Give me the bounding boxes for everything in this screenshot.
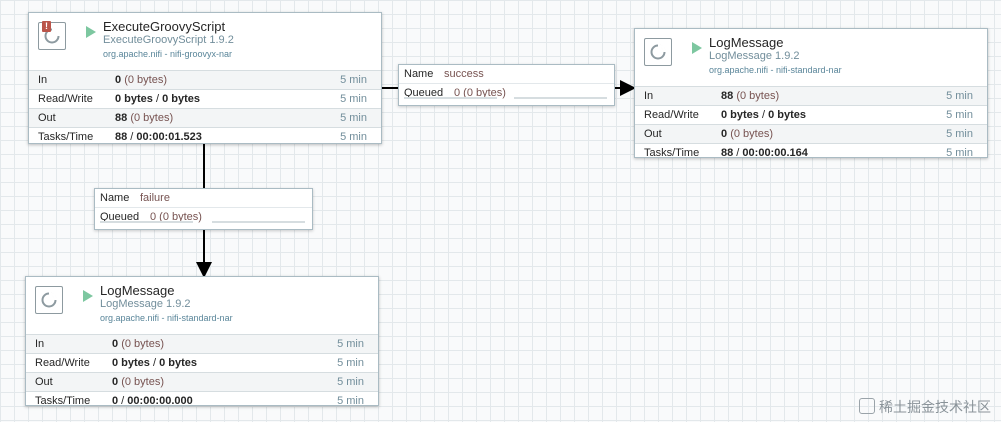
stat-value: 0 / 00:00:00.000 [112, 395, 193, 407]
stat-duration: 5 min [946, 90, 973, 102]
stat-label: Read/Write [35, 357, 90, 369]
queue-count-bar [404, 97, 497, 99]
connection-name-row: Name failure [95, 189, 312, 207]
connection-queued-value: 0 (0 bytes) [150, 211, 202, 223]
processor-bundle: org.apache.nifi - nifi-groovyx-nar [103, 49, 233, 59]
stat-duration: 5 min [337, 338, 364, 350]
stat-row-out: Out 0 (0 bytes) 5 min [635, 124, 987, 143]
queue-count-bar [100, 221, 193, 223]
stat-value: 0 bytes / 0 bytes [112, 357, 198, 369]
processor-header: ! ExecuteGroovyScript ExecuteGroovyScrip… [29, 13, 381, 70]
stat-label: Read/Write [644, 109, 699, 121]
stat-label: Out [38, 112, 56, 124]
stat-value: 0 bytes / 0 bytes [721, 109, 807, 121]
stat-label: In [38, 74, 48, 86]
stat-duration: 5 min [337, 395, 364, 407]
stat-duration: 5 min [340, 112, 367, 124]
stat-label: In [644, 90, 654, 102]
running-icon [692, 42, 702, 54]
stat-label: Out [35, 376, 53, 388]
processor-name: LogMessage [709, 35, 784, 50]
connection-queued-row: Queued 0 (0 bytes) [399, 83, 614, 101]
stat-row-out: Out 0 (0 bytes) 5 min [26, 372, 378, 391]
stat-row-in: In 88 (0 bytes) 5 min [635, 86, 987, 105]
stat-duration: 5 min [946, 109, 973, 121]
watermark-text: 稀土掘金技术社区 [879, 399, 991, 415]
stat-value: 0 (0 bytes) [112, 376, 164, 388]
stat-duration: 5 min [340, 74, 367, 86]
queue-size-bar [212, 221, 305, 223]
processor-header: LogMessage LogMessage 1.9.2 org.apache.n… [635, 29, 987, 86]
stat-row-tasks-time: Tasks/Time 88 / 00:00:01.523 5 min [29, 127, 381, 146]
stat-duration: 5 min [946, 147, 973, 159]
running-icon [83, 290, 93, 302]
connection-name-label: Name [100, 192, 130, 204]
processor-icon [644, 38, 672, 66]
stat-row-in: In 0 (0 bytes) 5 min [26, 334, 378, 353]
stat-label: Tasks/Time [35, 395, 91, 407]
processor-log-message-success[interactable]: LogMessage LogMessage 1.9.2 org.apache.n… [634, 28, 988, 159]
connection-name-row: Name success [399, 65, 614, 83]
stat-value: 88 (0 bytes) [721, 90, 780, 102]
connection-queued-label: Queued [404, 87, 444, 99]
stat-label: Out [644, 128, 662, 140]
connection-name: success [444, 68, 484, 80]
stat-label: Tasks/Time [644, 147, 700, 159]
stat-row-read-write: Read/Write 0 bytes / 0 bytes 5 min [29, 89, 381, 108]
processor-type: LogMessage 1.9.2 [709, 50, 800, 62]
stat-row-read-write: Read/Write 0 bytes / 0 bytes 5 min [26, 353, 378, 372]
stat-label: In [35, 338, 45, 350]
stat-duration: 5 min [337, 357, 364, 369]
processor-name: LogMessage [100, 283, 175, 298]
queue-size-bar [514, 97, 607, 99]
stat-value: 88 / 00:00:01.523 [115, 131, 202, 143]
connection-queued-row: Queued 0 (0 bytes) [95, 207, 312, 225]
stat-value: 0 (0 bytes) [112, 338, 164, 350]
connection-label-success[interactable]: Name success Queued 0 (0 bytes) [398, 64, 615, 106]
stat-duration: 5 min [337, 376, 364, 388]
stat-row-out: Out 88 (0 bytes) 5 min [29, 108, 381, 127]
processor-header: LogMessage LogMessage 1.9.2 org.apache.n… [26, 277, 378, 334]
stat-duration: 5 min [340, 93, 367, 105]
stat-value: 0 bytes / 0 bytes [115, 93, 201, 105]
juejin-logo-icon [859, 398, 875, 414]
processor-name: ExecuteGroovyScript [103, 19, 226, 34]
connection-name: failure [140, 192, 170, 204]
stat-row-tasks-time: Tasks/Time 88 / 00:00:00.164 5 min [635, 143, 987, 162]
stat-value: 0 (0 bytes) [721, 128, 773, 140]
processor-icon: ! [38, 21, 66, 50]
watermark: 稀土掘金技术社区 [859, 397, 991, 417]
stat-label: Tasks/Time [38, 131, 94, 143]
processor-type: ExecuteGroovyScript 1.9.2 [103, 34, 234, 46]
connection-queued-value: 0 (0 bytes) [454, 87, 506, 99]
stat-duration: 5 min [946, 128, 973, 140]
stat-row-in: In 0 (0 bytes) 5 min [29, 70, 381, 89]
connection-name-label: Name [404, 68, 434, 80]
stat-row-read-write: Read/Write 0 bytes / 0 bytes 5 min [635, 105, 987, 124]
connection-label-failure[interactable]: Name failure Queued 0 (0 bytes) [94, 188, 313, 230]
running-icon [86, 26, 96, 38]
stat-duration: 5 min [340, 131, 367, 143]
stat-label: Read/Write [38, 93, 93, 105]
processor-bundle: org.apache.nifi - nifi-standard-nar [100, 313, 233, 323]
stat-row-tasks-time: Tasks/Time 0 / 00:00:00.000 5 min [26, 391, 378, 410]
connection-queued-label: Queued [100, 211, 140, 223]
processor-execute-groovy-script[interactable]: ! ExecuteGroovyScript ExecuteGroovyScrip… [28, 12, 382, 144]
stat-value: 0 (0 bytes) [115, 74, 167, 86]
processor-icon [35, 286, 63, 314]
stat-value: 88 (0 bytes) [115, 112, 174, 124]
stat-value: 88 / 00:00:00.164 [721, 147, 808, 159]
processor-bundle: org.apache.nifi - nifi-standard-nar [709, 65, 842, 75]
processor-type: LogMessage 1.9.2 [100, 298, 191, 310]
warning-icon[interactable]: ! [42, 21, 51, 32]
processor-log-message-failure[interactable]: LogMessage LogMessage 1.9.2 org.apache.n… [25, 276, 379, 407]
